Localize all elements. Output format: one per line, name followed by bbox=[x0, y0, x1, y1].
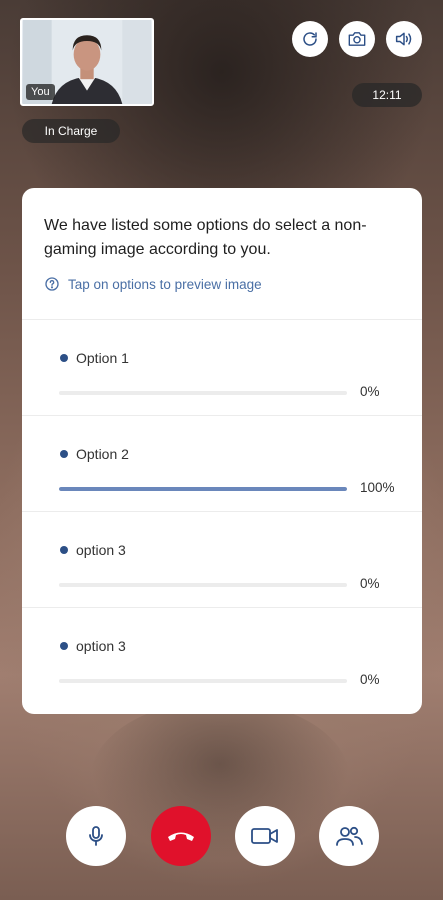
poll-option-label-row: Option 1 bbox=[60, 350, 129, 366]
poll-option-label: Option 1 bbox=[76, 350, 129, 366]
poll-option-4[interactable]: option 3 0% bbox=[22, 607, 422, 703]
bullet-icon bbox=[60, 546, 68, 554]
speaker-icon bbox=[395, 32, 412, 46]
camera-switch-icon bbox=[348, 32, 366, 46]
poll-header: We have listed some options do select a … bbox=[22, 188, 422, 319]
switch-camera-button[interactable] bbox=[339, 21, 375, 57]
remote-video-shading bbox=[90, 700, 350, 860]
poll-option-percent: 100% bbox=[360, 480, 395, 495]
bullet-icon bbox=[60, 354, 68, 362]
participants-icon bbox=[336, 826, 363, 846]
poll-option-label-row: Option 2 bbox=[60, 446, 129, 462]
poll-option-label: option 3 bbox=[76, 638, 126, 654]
poll-hint: Tap on options to preview image bbox=[44, 276, 400, 292]
video-camera-icon bbox=[251, 828, 278, 844]
poll-option-3[interactable]: option 3 0% bbox=[22, 511, 422, 607]
poll-option-progress bbox=[59, 583, 347, 587]
poll-option-label: option 3 bbox=[76, 542, 126, 558]
bullet-icon bbox=[60, 642, 68, 650]
poll-option-percent: 0% bbox=[360, 576, 380, 591]
poll-option-progress bbox=[59, 679, 347, 683]
mute-button[interactable] bbox=[66, 806, 126, 866]
refresh-button[interactable] bbox=[292, 21, 328, 57]
refresh-icon bbox=[303, 32, 317, 46]
poll-hint-text: Tap on options to preview image bbox=[68, 276, 262, 292]
participants-button[interactable] bbox=[319, 806, 379, 866]
help-circle-icon bbox=[45, 277, 59, 291]
poll-option-progress-fill bbox=[59, 487, 347, 491]
self-label: You bbox=[26, 84, 55, 100]
end-call-button[interactable] bbox=[151, 806, 211, 866]
poll-option-2[interactable]: Option 2 100% bbox=[22, 415, 422, 511]
microphone-icon bbox=[89, 826, 103, 846]
poll-option-label-row: option 3 bbox=[60, 542, 126, 558]
call-timer: 12:11 bbox=[352, 83, 422, 107]
poll-card: We have listed some options do select a … bbox=[22, 188, 422, 714]
poll-option-percent: 0% bbox=[360, 672, 380, 687]
poll-option-progress bbox=[59, 487, 347, 491]
poll-option-progress bbox=[59, 391, 347, 395]
end-call-icon bbox=[168, 832, 194, 841]
role-badge: In Charge bbox=[22, 119, 120, 143]
toggle-video-button[interactable] bbox=[235, 806, 295, 866]
poll-option-1[interactable]: Option 1 0% bbox=[22, 319, 422, 415]
poll-option-percent: 0% bbox=[360, 384, 380, 399]
poll-option-label-row: option 3 bbox=[60, 638, 126, 654]
poll-question: We have listed some options do select a … bbox=[44, 217, 367, 258]
self-video-preview[interactable]: You bbox=[20, 18, 154, 106]
speaker-button[interactable] bbox=[386, 21, 422, 57]
bullet-icon bbox=[60, 450, 68, 458]
poll-option-label: Option 2 bbox=[76, 446, 129, 462]
